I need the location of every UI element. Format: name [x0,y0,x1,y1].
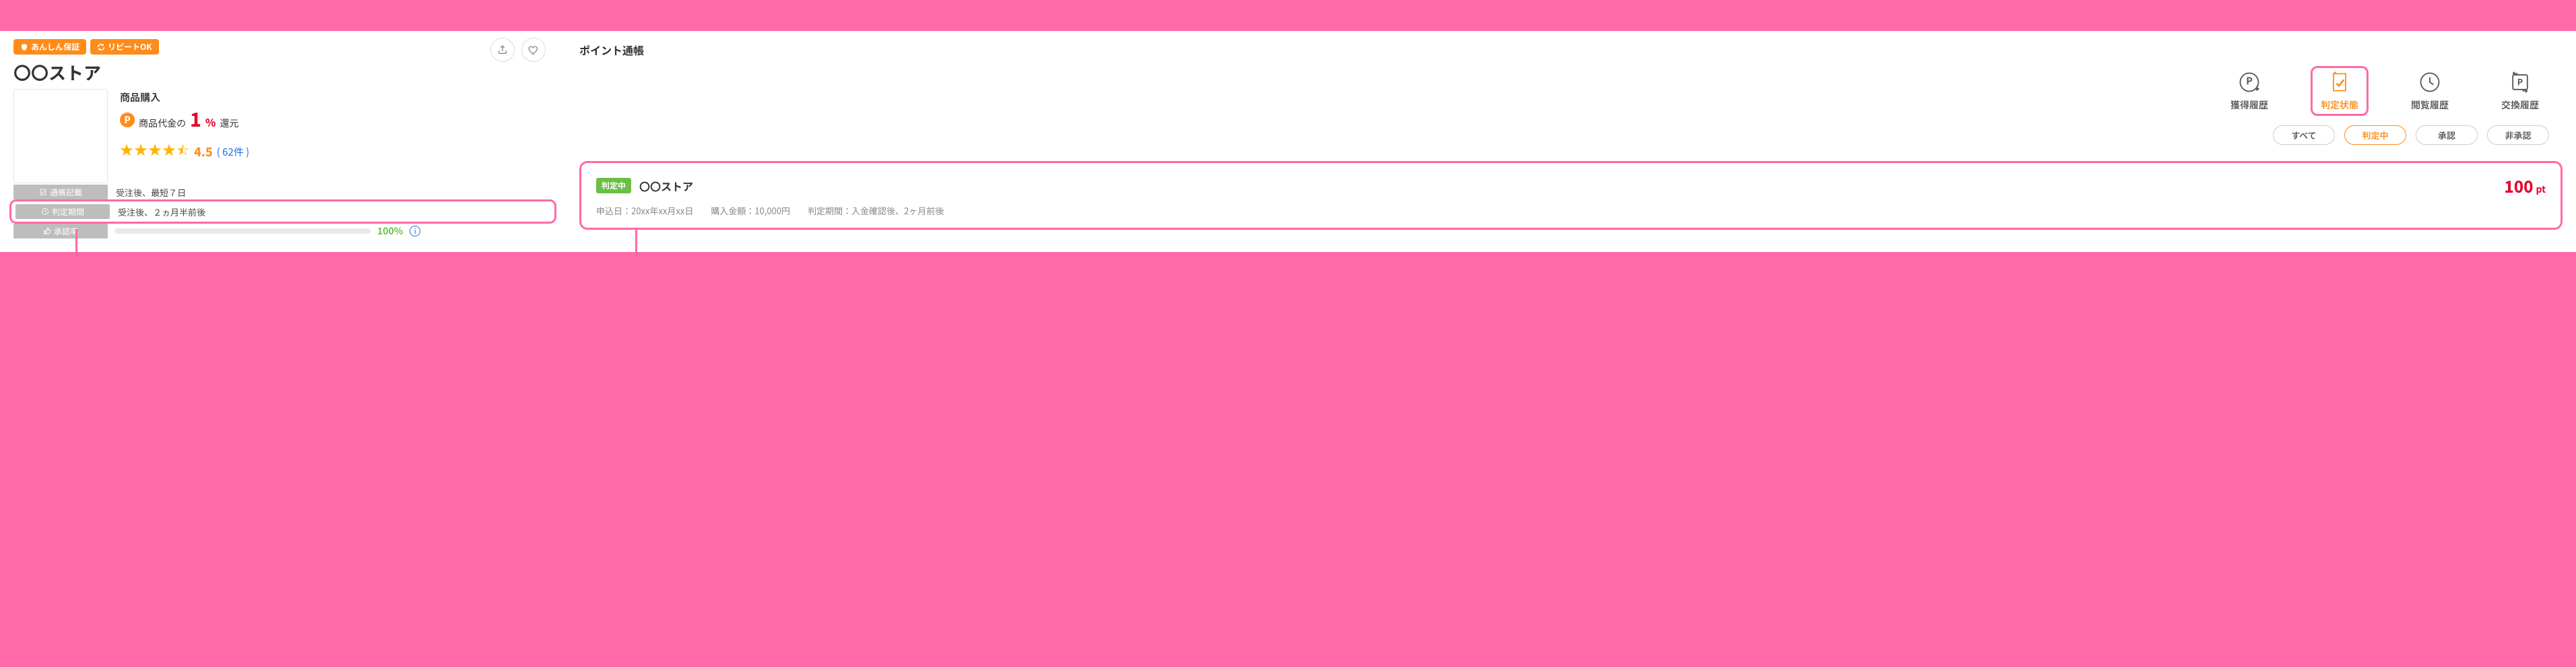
tab-exchange-label: 交換履歴 [2501,98,2539,112]
checklist-icon [2327,70,2352,94]
card-actions [490,38,546,62]
content-area: あんしん保証 リピートOK 〇〇ストア 商品購入 P 商品代金の 1 % [0,31,2576,252]
thumbs-up-icon [43,227,51,235]
cashback-suffix: 還元 [220,117,238,130]
panel-title: ポイント通帳 [579,42,2563,58]
transaction-apply-date: 申込日：20xx年xx月xx日 [596,204,693,217]
badge-assurance-label: あんしん保証 [31,41,79,53]
attr-label-record-text: 通帳記載 [50,187,82,198]
tab-judging-label: 判定状態 [2321,98,2358,112]
attr-value-record: 受注後、最短７日 [116,186,186,199]
attribute-table: 通帳記載 受注後、最短７日 判定期間 受注後、２ヵ月半前後 [13,183,552,240]
badge-assurance: あんしん保証 [13,39,86,55]
store-thumbnail [13,89,108,183]
rating-value: 4.5 [194,143,213,160]
filter-judging[interactable]: 判定中 [2344,125,2406,145]
star-icons: ★★★★⯪ [120,139,190,164]
tab-judging[interactable]: 判定状態 [2311,66,2369,116]
transaction-points: 100 pt [2504,174,2546,197]
decorative-bottom-bar [0,252,2576,272]
attr-value-period: 受注後、２ヵ月半前後 [118,205,205,218]
approval-progress-bar [115,228,371,234]
badge-repeat-label: リピートOK [108,41,152,53]
store-meta: 商品購入 P 商品代金の 1 % 還元 ★★★★⯪ 4.5 ( 62件 ) [120,89,249,177]
transaction-store: 〇〇ストア [639,178,693,194]
attr-label-approval-text: 承認率 [54,226,78,237]
transaction-top: 判定中 〇〇ストア 100 pt [596,174,2546,197]
point-coin-icon: P [120,113,135,127]
transaction-points-unit: pt [2536,183,2546,196]
attr-row-period: 判定期間 受注後、２ヵ月半前後 [15,203,550,220]
cashback-percent: % [205,114,216,130]
highlight-connector-right [635,228,637,268]
page-root: あんしん保証 リピートOK 〇〇ストア 商品購入 P 商品代金の 1 % [0,0,2576,272]
shield-icon [20,43,28,51]
svg-text:P: P [2246,74,2253,88]
transaction-details: 申込日：20xx年xx月xx日 購入金額：10,000円 判定期間：入金確認後、… [596,204,2546,217]
highlight-judging-period: 判定期間 受注後、２ヵ月半前後 [9,199,556,224]
badges: あんしん保証 リピートOK [13,39,552,55]
p-down-icon: P [2237,70,2261,94]
transaction-card[interactable]: 判定中 〇〇ストア 100 pt 申込日：20xx年xx月xx日 購入金額：10… [579,161,2563,230]
cashback-line: P 商品代金の 1 % 還元 [120,110,249,130]
favorite-button[interactable] [521,38,546,62]
store-body: 商品購入 P 商品代金の 1 % 還元 ★★★★⯪ 4.5 ( 62件 ) [13,89,552,183]
transaction-left: 判定中 〇〇ストア [596,178,693,194]
share-button[interactable] [490,38,515,62]
approval-progress-pct: 100% [377,224,403,238]
points-passbook-panel: ポイント通帳 P 獲得履歴 [579,39,2563,230]
store-card: あんしん保証 リピートOK 〇〇ストア 商品購入 P 商品代金の 1 % [13,39,552,240]
tab-viewed[interactable]: 閲覧履歴 [2401,66,2459,116]
tab-viewed-label: 閲覧履歴 [2411,98,2449,112]
attr-row-record: 通帳記載 受注後、最短７日 [13,183,552,201]
tab-history-label: 獲得履歴 [2230,98,2268,112]
filter-approved[interactable]: 承認 [2416,125,2478,145]
svg-text:P: P [2517,75,2523,88]
filter-pills: すべて 判定中 承認 非承認 [579,125,2563,145]
purchase-type: 商品購入 [120,90,249,104]
info-icon[interactable]: i [410,226,420,236]
attr-label-approval: 承認率 [13,224,108,239]
attr-row-approval: 承認率 100% i [13,222,552,240]
tab-exchange[interactable]: P 交換履歴 [2491,66,2549,116]
decorative-top-bar [0,0,2576,31]
badge-repeat: リピートOK [90,39,158,55]
filter-all[interactable]: すべて [2273,125,2335,145]
exchange-icon: P [2508,70,2532,94]
highlight-connector-left [75,229,77,267]
status-chip: 判定中 [596,178,631,193]
attr-label-record: 通帳記載 [13,185,108,199]
passbook-tabs: P 獲得履歴 判定状態 [579,66,2563,116]
clock-history-icon [2418,70,2442,94]
store-title: 〇〇ストア [13,60,552,85]
attr-label-period: 判定期間 [15,204,110,219]
heart-icon [528,44,539,55]
cashback-number: 1 [190,110,201,129]
rating-count: ( 62件 ) [217,145,250,159]
tab-history[interactable]: P 獲得履歴 [2220,66,2278,116]
filter-rejected[interactable]: 非承認 [2487,125,2549,145]
clock-icon [41,208,49,216]
share-icon [497,44,508,55]
check-square-icon [39,188,47,196]
rating-row[interactable]: ★★★★⯪ 4.5 ( 62件 ) [120,139,249,164]
attr-label-period-text: 判定期間 [52,206,84,218]
transaction-points-value: 100 [2504,174,2533,197]
cashback-prefix: 商品代金の [139,117,186,130]
repeat-icon [97,43,105,51]
transaction-period: 判定期間：入金確認後、2ヶ月前後 [808,204,944,217]
transaction-amount: 購入金額：10,000円 [711,204,790,217]
